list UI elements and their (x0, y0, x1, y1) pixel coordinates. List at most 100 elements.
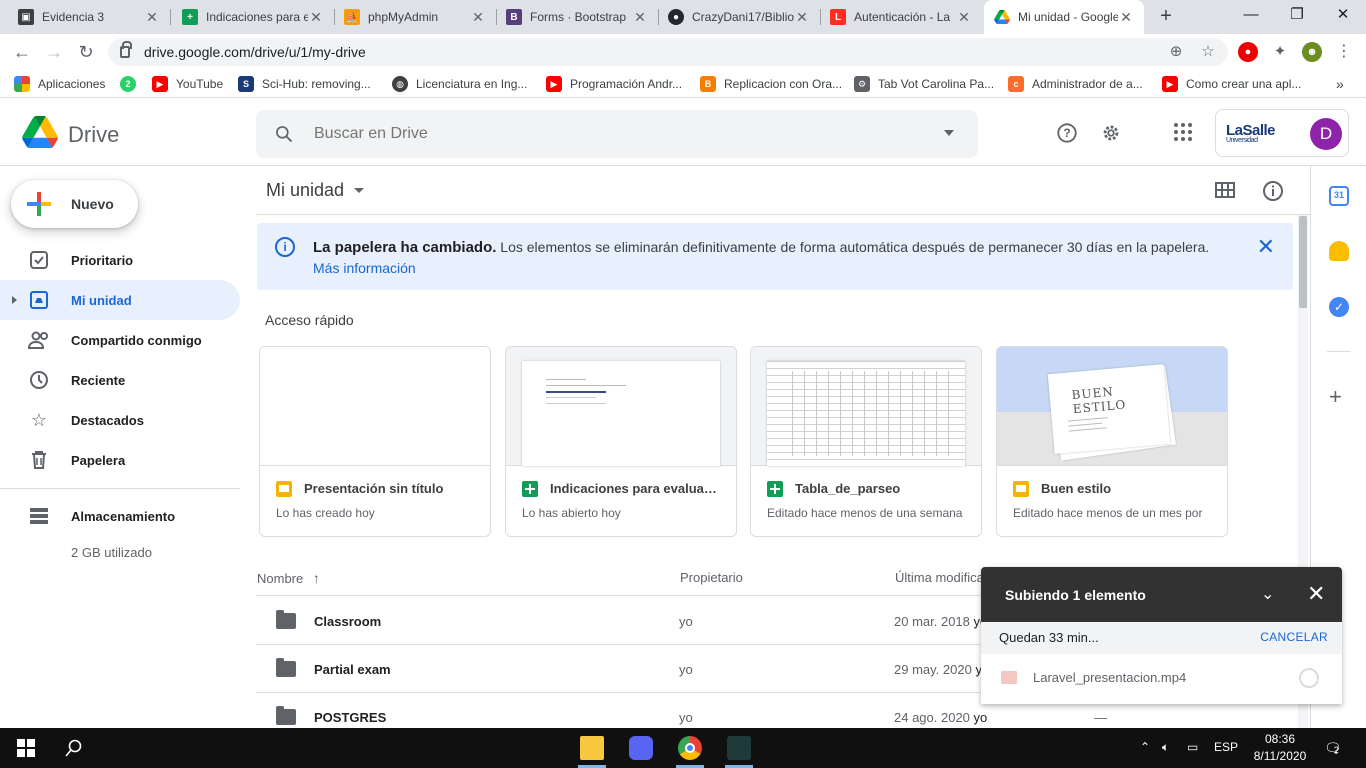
quick-access-card[interactable]: Buen estilo Buen estilo Editado hace men… (996, 346, 1228, 537)
bookmark-item[interactable]: 2 (120, 76, 144, 92)
nav-item-shared[interactable]: Compartido conmigo (0, 320, 240, 360)
quick-access-card[interactable]: Presentación sin título Lo has creado ho… (259, 346, 491, 537)
forward-icon[interactable]: → (42, 40, 66, 64)
quick-access-card[interactable]: Indicaciones para evaluación Lo has abie… (505, 346, 737, 537)
column-name[interactable]: Nombre ↑ (257, 570, 320, 586)
browser-tab[interactable]: + Indicaciones para e ✕ (172, 0, 334, 34)
bookmark-item[interactable]: ⚙ Tab Vot Carolina Pa... (854, 76, 994, 92)
browser-tab[interactable]: ▣ Evidencia 3 ✕ (8, 0, 170, 34)
sort-arrow-up-icon[interactable]: ↑ (313, 570, 320, 586)
bookmarks-overflow-icon[interactable]: » (1336, 76, 1344, 92)
apps-grid-icon[interactable] (1171, 122, 1195, 146)
keep-icon[interactable] (1329, 241, 1349, 261)
url-text[interactable]: drive.google.com/drive/u/1/my-drive (144, 44, 366, 60)
column-owner[interactable]: Propietario (680, 570, 743, 585)
profile-avatar-icon[interactable]: ☻ (1302, 42, 1322, 62)
bookmark-star-icon[interactable]: ☆ (1198, 42, 1218, 62)
close-tab-icon[interactable]: ✕ (308, 9, 324, 26)
close-icon[interactable]: ✕ (1307, 581, 1325, 607)
omnibox[interactable]: drive.google.com/drive/u/1/my-drive ⊕ ☆ (108, 38, 1228, 66)
network-icon[interactable]: ▭ (1187, 740, 1198, 754)
reload-icon[interactable]: ↻ (74, 40, 98, 64)
grid-view-icon[interactable] (1213, 180, 1237, 204)
bookmark-item[interactable]: ▶ Como crear una apl... (1162, 76, 1301, 92)
close-tab-icon[interactable]: ✕ (956, 9, 972, 26)
new-button[interactable]: Nuevo (11, 180, 138, 228)
sheets-icon: + (182, 9, 198, 25)
cancel-upload-button[interactable]: CANCELAR (1260, 630, 1328, 644)
search-bar[interactable] (256, 110, 978, 158)
bookmark-item[interactable]: ▶ Programación Andr... (546, 76, 682, 92)
app-title[interactable]: Drive (68, 122, 119, 148)
notifications-icon[interactable]: 🗨︎2 (1324, 740, 1342, 757)
volume-icon[interactable]: 🔈︎ (1162, 740, 1169, 755)
chrome-icon[interactable] (678, 736, 702, 760)
chevron-down-icon[interactable]: ⌄ (1261, 584, 1274, 604)
search-input[interactable] (314, 125, 914, 143)
quick-access-card[interactable]: Tabla_de_parseo Editado hace menos de un… (750, 346, 982, 537)
nav-item-storage[interactable]: Almacenamiento (0, 496, 240, 536)
close-tab-icon[interactable]: ✕ (144, 9, 160, 26)
system-clock[interactable]: 08:36 8/11/2020 (1250, 731, 1310, 765)
browser-tab[interactable]: L Autenticación - La ✕ (820, 0, 982, 34)
extension-block-icon[interactable]: ● (1238, 42, 1258, 62)
expand-caret-icon[interactable] (12, 296, 17, 304)
nav-item-starred[interactable]: ☆ Destacados (0, 400, 240, 440)
back-icon[interactable]: ← (10, 40, 34, 64)
account-switcher[interactable]: LaSalle Universidad D (1215, 109, 1349, 157)
bookmark-item[interactable]: ◍ Licenciatura en Ing... (392, 76, 527, 92)
learn-more-link[interactable]: Más información (313, 260, 416, 276)
nav-item-priority[interactable]: Prioritario (0, 240, 240, 280)
tab-title: Forms · Bootstrap (530, 10, 627, 24)
browser-tab[interactable]: ● CrazyDani17/Biblio ✕ (658, 0, 820, 34)
close-window-icon[interactable]: ✕ (1320, 0, 1366, 32)
bookmark-item[interactable]: B Replicacion con Ora... (700, 76, 842, 92)
calendar-icon[interactable]: 31 (1329, 186, 1349, 206)
breadcrumb[interactable]: Mi unidad (266, 180, 365, 201)
restore-icon[interactable]: ❐ (1274, 0, 1320, 32)
filmora-icon[interactable] (727, 736, 751, 760)
dropdown-caret-icon[interactable] (354, 188, 365, 193)
bookmark-item[interactable]: c Administrador de a... (1008, 76, 1143, 92)
browser-tab[interactable]: B Forms · Bootstrap ✕ (496, 0, 658, 34)
search-icon[interactable] (274, 124, 294, 144)
nav-item-recent[interactable]: Reciente (0, 360, 240, 400)
tasks-icon[interactable]: ✓ (1329, 297, 1349, 317)
info-icon[interactable] (1261, 180, 1285, 204)
column-name-label: Nombre (257, 571, 304, 586)
extensions-puzzle-icon[interactable]: ✦ (1270, 42, 1290, 62)
avatar[interactable]: D (1310, 118, 1342, 150)
slides-icon (276, 481, 292, 497)
drive-logo-icon[interactable] (22, 116, 58, 148)
bookmark-item[interactable]: Aplicaciones (14, 76, 105, 92)
add-icon[interactable]: ⊕ (1166, 42, 1186, 62)
nav-item-my-drive[interactable]: Mi unidad (0, 280, 240, 320)
upload-file-row[interactable]: Laravel_presentacion.mp4 (981, 654, 1342, 704)
settings-gear-icon[interactable] (1099, 122, 1123, 146)
new-tab-icon[interactable]: + (1154, 4, 1178, 28)
svg-text:?: ? (1063, 126, 1070, 140)
add-addon-icon[interactable]: + (1329, 384, 1342, 410)
close-tab-icon[interactable]: ✕ (632, 9, 648, 26)
browser-tab-active[interactable]: Mi unidad - Google ✕ (984, 0, 1144, 34)
discord-icon[interactable] (629, 736, 653, 760)
language-indicator[interactable]: ESP (1214, 740, 1238, 754)
search-options-icon[interactable] (944, 130, 954, 136)
bookmark-item[interactable]: ▶ YouTube (152, 76, 223, 92)
tray-chevron-icon[interactable]: ⌃ (1140, 740, 1150, 754)
page-title[interactable]: Mi unidad (266, 180, 344, 201)
nav-item-trash[interactable]: Papelera (0, 440, 240, 480)
windows-start-icon[interactable] (14, 736, 38, 760)
search-icon[interactable] (62, 736, 86, 760)
close-banner-icon[interactable]: ✕ (1257, 236, 1275, 258)
scrollbar-thumb[interactable] (1299, 216, 1307, 308)
more-vert-icon[interactable]: ⋮ (1334, 42, 1354, 62)
close-tab-icon[interactable]: ✕ (794, 9, 810, 26)
browser-tab[interactable]: ⛵ phpMyAdmin ✕ (334, 0, 496, 34)
close-tab-icon[interactable]: ✕ (470, 9, 486, 26)
bookmark-item[interactable]: S Sci-Hub: removing... (238, 76, 371, 92)
close-tab-icon[interactable]: ✕ (1118, 9, 1134, 26)
minimize-icon[interactable]: — (1228, 0, 1274, 32)
file-explorer-icon[interactable] (580, 736, 604, 760)
help-icon[interactable]: ? (1055, 122, 1079, 146)
